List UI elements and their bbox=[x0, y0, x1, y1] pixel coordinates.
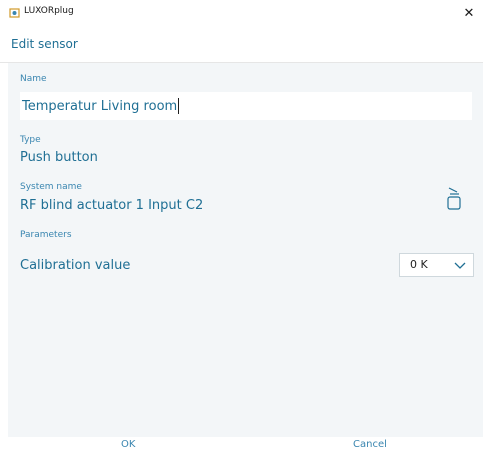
dialog-footer: OK Cancel bbox=[0, 437, 483, 456]
calibration-select[interactable]: 0 K bbox=[399, 253, 474, 277]
calibration-selected-value: 0 K bbox=[410, 258, 428, 271]
form-panel: Name Temperatur Living room Type Push bu… bbox=[8, 63, 483, 437]
close-button[interactable]: ✕ bbox=[455, 0, 483, 26]
parameters-label: Parameters bbox=[20, 230, 72, 240]
app-title: LUXORplug bbox=[24, 6, 74, 16]
system-name-value: RF blind actuator 1 Input C2 bbox=[20, 198, 204, 213]
dialog-window: LUXORplug ✕ Edit sensor Name Temperatur … bbox=[0, 0, 483, 456]
type-value: Push button bbox=[20, 150, 98, 165]
chevron-down-icon bbox=[454, 262, 466, 269]
title-bar: LUXORplug ✕ bbox=[0, 0, 483, 27]
dialog-header: Edit sensor bbox=[0, 26, 483, 63]
name-label: Name bbox=[20, 74, 47, 84]
app-logo-icon bbox=[9, 8, 20, 18]
ok-button[interactable]: OK bbox=[121, 439, 135, 450]
system-name-label: System name bbox=[20, 182, 82, 192]
cancel-button[interactable]: Cancel bbox=[353, 439, 387, 450]
page-title: Edit sensor bbox=[11, 37, 78, 51]
calibration-label: Calibration value bbox=[20, 258, 131, 273]
type-label: Type bbox=[20, 135, 41, 145]
bell-identify-icon[interactable] bbox=[445, 185, 463, 211]
name-field[interactable] bbox=[20, 92, 472, 120]
